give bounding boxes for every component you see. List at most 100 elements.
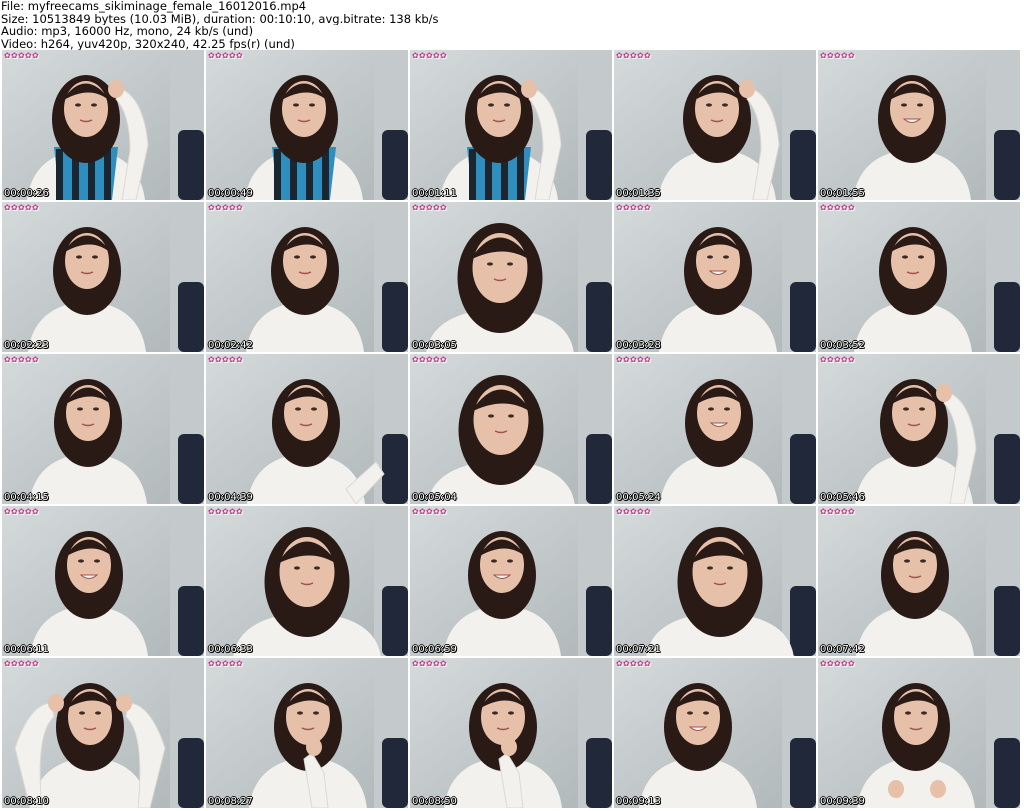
watermark-logo: ✿✿✿✿✿ [820, 355, 856, 364]
video-frame-image [2, 202, 204, 352]
timestamp-label: 00:05:04 [412, 492, 457, 503]
watermark-logo: ✿✿✿✿✿ [4, 355, 40, 364]
timestamp-label: 00:01:11 [412, 188, 457, 199]
watermark-logo: ✿✿✿✿✿ [208, 507, 244, 516]
watermark-logo: ✿✿✿✿✿ [616, 507, 652, 516]
video-frame-image [206, 202, 408, 352]
thumbnail: ✿✿✿✿✿ 00:04:15 [2, 354, 204, 504]
video-frame-image [2, 658, 204, 808]
thumbnail: ✿✿✿✿✿ 00:02:23 [2, 202, 204, 352]
watermark-logo: ✿✿✿✿✿ [208, 659, 244, 668]
timestamp-label: 00:05:24 [616, 492, 661, 503]
timestamp-label: 00:06:59 [412, 644, 457, 655]
watermark-logo: ✿✿✿✿✿ [412, 507, 448, 516]
video-frame-image [410, 506, 612, 656]
video-frame-image [614, 50, 816, 200]
thumbnail: ✿✿✿✿✿ 00:02:42 [206, 202, 408, 352]
video-frame-image [206, 354, 408, 504]
video-frame-image [818, 354, 1020, 504]
timestamp-label: 00:03:28 [616, 340, 661, 351]
watermark-logo: ✿✿✿✿✿ [616, 355, 652, 364]
watermark-logo: ✿✿✿✿✿ [208, 203, 244, 212]
watermark-logo: ✿✿✿✿✿ [4, 659, 40, 668]
timestamp-label: 00:03:05 [412, 340, 457, 351]
thumbnail: ✿✿✿✿✿ 00:03:52 [818, 202, 1020, 352]
watermark-logo: ✿✿✿✿✿ [208, 355, 244, 364]
video-frame-image [206, 658, 408, 808]
video-frame-image [2, 354, 204, 504]
timestamp-label: 00:04:39 [208, 492, 253, 503]
timestamp-label: 00:09:13 [616, 796, 661, 807]
watermark-logo: ✿✿✿✿✿ [412, 51, 448, 60]
thumbnail: ✿✿✿✿✿ 00:07:21 [614, 506, 816, 656]
timestamp-label: 00:07:42 [820, 644, 865, 655]
timestamp-label: 00:08:27 [208, 796, 253, 807]
watermark-logo: ✿✿✿✿✿ [208, 51, 244, 60]
video-frame-image [614, 658, 816, 808]
watermark-logo: ✿✿✿✿✿ [616, 659, 652, 668]
video-frame-image [614, 354, 816, 504]
timestamp-label: 00:02:42 [208, 340, 253, 351]
timestamp-label: 00:01:35 [616, 188, 661, 199]
timestamp-label: 00:08:50 [412, 796, 457, 807]
thumbnail: ✿✿✿✿✿ 00:00:49 [206, 50, 408, 200]
watermark-logo: ✿✿✿✿✿ [820, 203, 856, 212]
file-name-line: File: myfreecams_sikiminage_female_16012… [1, 0, 307, 13]
thumbnail: ✿✿✿✿✿ 00:03:28 [614, 202, 816, 352]
thumbnail: ✿✿✿✿✿ 00:06:33 [206, 506, 408, 656]
video-frame-image [614, 506, 816, 656]
video-info-line: Video: h264, yuv420p, 320x240, 42.25 fps… [1, 37, 295, 50]
video-frame-image [818, 506, 1020, 656]
watermark-logo: ✿✿✿✿✿ [412, 659, 448, 668]
watermark-logo: ✿✿✿✿✿ [820, 51, 856, 60]
video-frame-image [2, 50, 204, 200]
video-frame-image [410, 354, 612, 504]
audio-info-line: Audio: mp3, 16000 Hz, mono, 24 kb/s (und… [1, 25, 254, 38]
thumbnail: ✿✿✿✿✿ 00:00:26 [2, 50, 204, 200]
thumbnail: ✿✿✿✿✿ 00:08:10 [2, 658, 204, 808]
thumbnail: ✿✿✿✿✿ 00:01:35 [614, 50, 816, 200]
video-frame-image [818, 202, 1020, 352]
watermark-logo: ✿✿✿✿✿ [616, 51, 652, 60]
watermark-logo: ✿✿✿✿✿ [4, 51, 40, 60]
thumbnail: ✿✿✿✿✿ 00:09:13 [614, 658, 816, 808]
thumbnail: ✿✿✿✿✿ 00:06:59 [410, 506, 612, 656]
timestamp-label: 00:00:49 [208, 188, 253, 199]
watermark-logo: ✿✿✿✿✿ [412, 203, 448, 212]
video-frame-image [206, 50, 408, 200]
file-size-line: Size: 10513849 bytes (10.03 MiB), durati… [1, 12, 439, 25]
video-frame-image [206, 506, 408, 656]
timestamp-label: 00:05:46 [820, 492, 865, 503]
watermark-logo: ✿✿✿✿✿ [4, 507, 40, 516]
watermark-logo: ✿✿✿✿✿ [820, 659, 856, 668]
timestamp-label: 00:08:10 [4, 796, 49, 807]
watermark-logo: ✿✿✿✿✿ [820, 507, 856, 516]
thumbnail: ✿✿✿✿✿ 00:06:11 [2, 506, 204, 656]
thumbnail: ✿✿✿✿✿ 00:03:05 [410, 202, 612, 352]
timestamp-label: 00:06:33 [208, 644, 253, 655]
timestamp-label: 00:02:23 [4, 340, 49, 351]
video-frame-image [410, 50, 612, 200]
video-frame-image [818, 658, 1020, 808]
timestamp-label: 00:04:15 [4, 492, 49, 503]
timestamp-label: 00:09:39 [820, 796, 865, 807]
watermark-logo: ✿✿✿✿✿ [616, 203, 652, 212]
thumbnail: ✿✿✿✿✿ 00:05:24 [614, 354, 816, 504]
info-header: File: myfreecams_sikiminage_female_16012… [1, 0, 1021, 50]
thumbnail: ✿✿✿✿✿ 00:01:55 [818, 50, 1020, 200]
thumbnail-grid: ✿✿✿✿✿ 00:00:26 ✿✿✿✿✿ 00:00:49 ✿✿✿✿✿ 00:01:11 ✿… [2, 50, 1022, 811]
video-frame-image [410, 202, 612, 352]
video-frame-image [614, 202, 816, 352]
timestamp-label: 00:06:11 [4, 644, 49, 655]
timestamp-label: 00:00:26 [4, 188, 49, 199]
watermark-logo: ✿✿✿✿✿ [412, 355, 448, 364]
video-frame-image [410, 658, 612, 808]
timestamp-label: 00:01:55 [820, 188, 865, 199]
video-frame-image [2, 506, 204, 656]
thumbnail: ✿✿✿✿✿ 00:05:04 [410, 354, 612, 504]
thumbnail: ✿✿✿✿✿ 00:08:27 [206, 658, 408, 808]
thumbnail: ✿✿✿✿✿ 00:07:42 [818, 506, 1020, 656]
thumbnail: ✿✿✿✿✿ 00:08:50 [410, 658, 612, 808]
watermark-logo: ✿✿✿✿✿ [4, 203, 40, 212]
thumbnail: ✿✿✿✿✿ 00:05:46 [818, 354, 1020, 504]
